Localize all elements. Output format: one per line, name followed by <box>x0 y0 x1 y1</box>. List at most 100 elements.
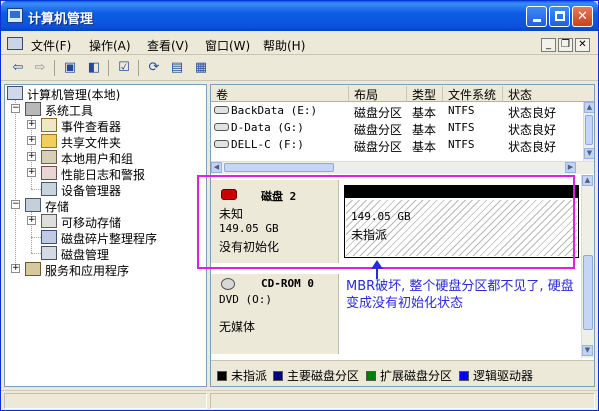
forward-arrow-icon[interactable]: ⇨ <box>31 59 49 77</box>
menu-bar: 文件(F) 操作(A) 查看(V) 窗口(W) 帮助(H) _ ❐ ✕ <box>1 32 598 55</box>
computer-management-icon <box>7 8 23 23</box>
highlight-annotation-box <box>197 175 575 269</box>
computer-management-window: 计算机管理 ✕ 文件(F) 操作(A) 查看(V) 窗口(W) 帮助(H) _ ❐… <box>0 0 599 411</box>
close-button[interactable]: ✕ <box>572 6 593 27</box>
child-minimize-button[interactable]: _ <box>541 38 556 52</box>
refresh-icon[interactable]: ⟳ <box>145 59 163 77</box>
toolbar-separator <box>54 60 55 76</box>
tree-item-computer-management[interactable]: 计算机管理(本地) <box>7 85 202 102</box>
partition-legend: 未指派 主要磁盘分区 扩展磁盘分区 逻辑驱动器 <box>211 360 594 386</box>
scroll-right-icon[interactable]: ▶ <box>565 162 576 173</box>
maximize-icon <box>555 11 565 21</box>
column-type[interactable]: 类型 <box>407 86 443 102</box>
cdrom-drive: DVD (O:) <box>219 293 272 306</box>
back-arrow-icon[interactable]: ⇦ <box>9 59 27 77</box>
title-bar[interactable]: 计算机管理 ✕ <box>1 1 598 31</box>
scroll-down-icon[interactable]: ▼ <box>582 345 593 356</box>
status-bar <box>1 390 598 410</box>
users-icon <box>41 150 57 164</box>
tree-item-removable-storage[interactable]: + 可移动存储 <box>27 213 202 230</box>
legend-extended: 扩展磁盘分区 <box>366 367 452 384</box>
drive-icon <box>214 123 229 131</box>
expand-icon[interactable]: + <box>11 264 20 273</box>
cdrom-media: 无媒体 <box>219 320 256 334</box>
removable-storage-icon <box>41 214 57 228</box>
child-restore-button[interactable]: ❐ <box>558 38 573 52</box>
tree-item-shared-folders[interactable]: + 共享文件夹 <box>27 133 202 150</box>
column-volume[interactable]: 卷 <box>211 86 349 102</box>
console-tree: 计算机管理(本地) − 系统工具 + 事件查看器 + 共享文件夹 + 本地用户和… <box>4 84 207 387</box>
properties-icon[interactable]: ☑ <box>115 59 133 77</box>
tree-item-system-tools[interactable]: − 系统工具 <box>11 101 201 118</box>
volume-list-horizontal-scrollbar[interactable]: ◀ ▶ <box>211 161 594 174</box>
minimize-button[interactable] <box>526 6 547 27</box>
device-manager-icon <box>41 182 57 196</box>
tree-item-local-users[interactable]: + 本地用户和组 <box>27 149 202 166</box>
menu-action[interactable]: 操作(A) <box>89 37 131 54</box>
legend-unallocated: 未指派 <box>217 367 267 384</box>
tree-item-services-apps[interactable]: + 服务和应用程序 <box>11 261 201 278</box>
scroll-up-icon[interactable]: ▲ <box>582 175 593 186</box>
window-title: 计算机管理 <box>28 12 94 27</box>
scroll-down-icon[interactable]: ▼ <box>584 148 594 159</box>
toolbar-separator <box>108 60 109 76</box>
legend-swatch <box>459 371 469 381</box>
expand-icon[interactable]: + <box>27 216 36 225</box>
mmc-console-icon[interactable] <box>7 37 23 50</box>
tree-item-disk-management[interactable]: 磁盘管理 <box>27 245 202 262</box>
column-status[interactable]: 状态 <box>503 86 594 102</box>
services-icon <box>25 262 41 276</box>
status-pane <box>4 393 207 409</box>
export-list-icon[interactable]: ▤ <box>168 59 186 77</box>
tree-item-disk-defragmenter[interactable]: 磁盘碎片整理程序 <box>27 229 202 246</box>
tree-item-event-viewer[interactable]: + 事件查看器 <box>27 117 202 134</box>
menu-view[interactable]: 查看(V) <box>147 37 189 54</box>
minimize-icon <box>533 19 541 22</box>
tree-item-device-manager[interactable]: 设备管理器 <box>27 181 202 198</box>
volume-row[interactable]: D-Data (G:) 磁盘分区 基本 NTFS 状态良好 <box>211 119 583 137</box>
close-icon: ✕ <box>577 9 588 24</box>
legend-swatch <box>217 371 227 381</box>
menu-window[interactable]: 窗口(W) <box>205 37 250 54</box>
computer-icon <box>7 86 23 100</box>
shared-folder-icon <box>41 134 57 148</box>
volume-row[interactable]: DELL-C (F:) 磁盘分区 基本 NTFS 状态良好 <box>211 136 583 154</box>
annotation-text: MBR破坏, 整个硬盘分区都不见了, 硬盘变成没有初始化状态 <box>346 279 574 311</box>
legend-swatch <box>273 371 283 381</box>
maximize-button[interactable] <box>549 6 570 27</box>
drive-icon <box>214 106 229 114</box>
child-close-button[interactable]: ✕ <box>575 38 590 52</box>
column-filesystem[interactable]: 文件系统 <box>443 86 503 102</box>
scroll-thumb[interactable] <box>583 255 593 330</box>
menu-help[interactable]: 帮助(H) <box>263 37 305 54</box>
volume-list-vertical-scrollbar[interactable]: ▲ ▼ <box>583 102 594 162</box>
scroll-thumb[interactable] <box>224 163 334 172</box>
show-hide-tree-icon[interactable]: ◧ <box>85 59 103 77</box>
defrag-icon <box>41 230 57 244</box>
event-viewer-icon <box>41 118 57 132</box>
drive-icon <box>214 140 229 148</box>
collapse-icon[interactable]: − <box>11 104 20 113</box>
status-pane <box>210 393 595 409</box>
menu-file[interactable]: 文件(F) <box>31 37 71 54</box>
disk-view-vertical-scrollbar[interactable]: ▲ ▼ <box>581 175 594 358</box>
column-layout[interactable]: 布局 <box>349 86 407 102</box>
up-folder-icon[interactable]: ▣ <box>61 59 79 77</box>
expand-icon[interactable]: + <box>27 152 36 161</box>
scroll-thumb[interactable] <box>585 115 593 145</box>
scroll-left-icon[interactable]: ◀ <box>211 162 222 173</box>
cdrom-0-info[interactable]: CD-ROM 0 DVD (O:) 无媒体 <box>211 274 339 354</box>
legend-primary: 主要磁盘分区 <box>273 367 359 384</box>
toolbar-separator <box>138 60 139 76</box>
scroll-up-icon[interactable]: ▲ <box>584 102 594 113</box>
storage-icon <box>25 198 41 212</box>
expand-icon[interactable]: + <box>27 136 36 145</box>
tree-item-storage[interactable]: − 存储 <box>11 197 201 214</box>
help-icon[interactable]: ▦ <box>192 59 210 77</box>
cdrom-icon <box>221 278 235 290</box>
volume-row[interactable]: BackData (E:) 磁盘分区 基本 NTFS 状态良好 <box>211 102 583 120</box>
tree-item-performance-logs[interactable]: + 性能日志和警报 <box>27 165 202 182</box>
collapse-icon[interactable]: − <box>11 200 20 209</box>
expand-icon[interactable]: + <box>27 168 36 177</box>
expand-icon[interactable]: + <box>27 120 36 129</box>
